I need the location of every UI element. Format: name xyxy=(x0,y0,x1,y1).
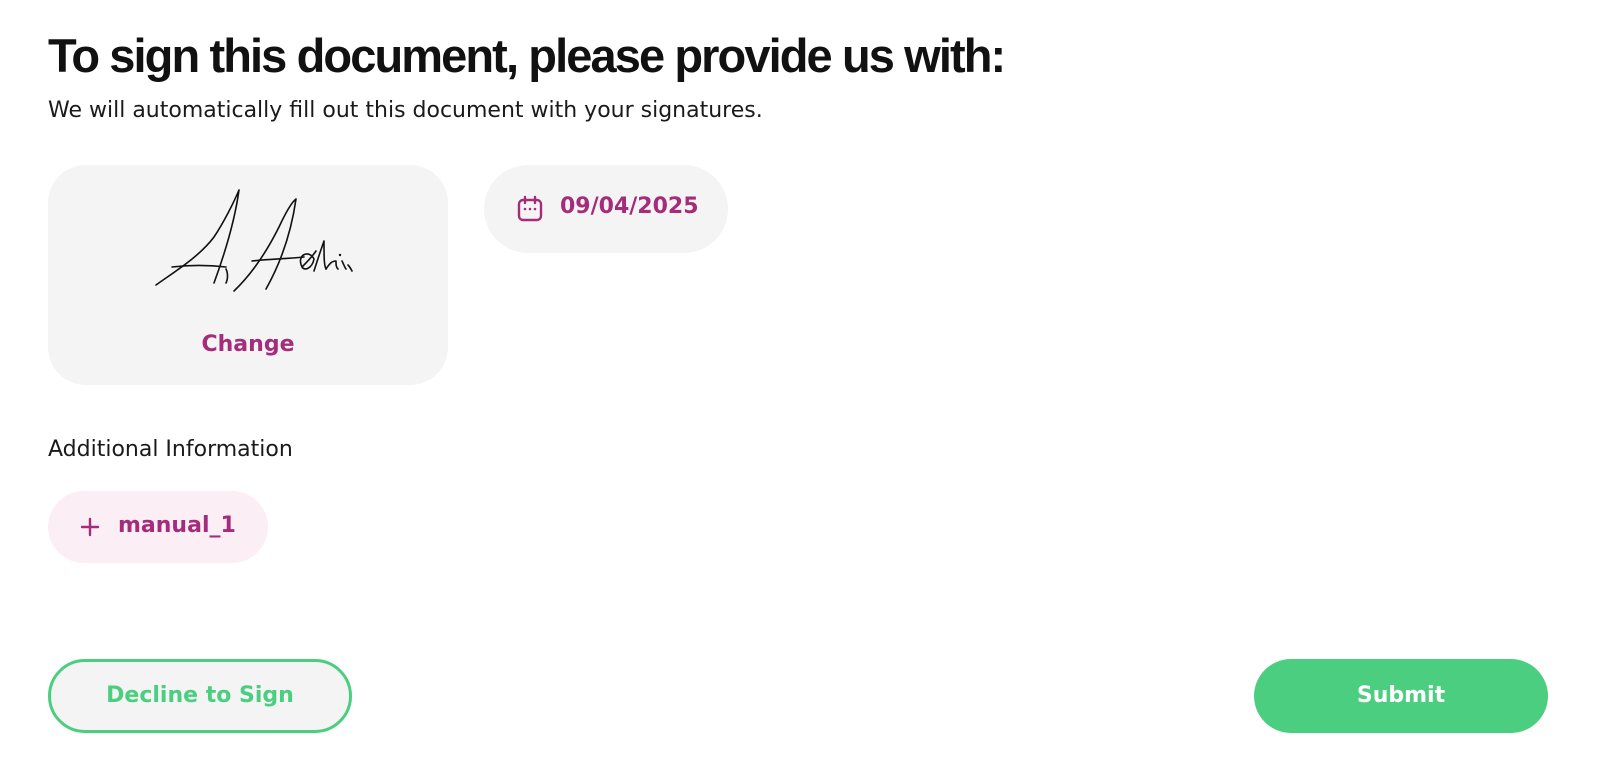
additional-information-label: Additional Information xyxy=(48,437,293,462)
plus-icon xyxy=(80,517,100,537)
submit-button[interactable]: Submit xyxy=(1254,659,1548,733)
decline-to-sign-button[interactable]: Decline to Sign xyxy=(48,659,352,733)
sign-document-page: To sign this document, please provide us… xyxy=(48,0,1554,765)
manual-field-label: manual_1 xyxy=(118,513,236,538)
signature-image xyxy=(155,189,353,292)
page-subtitle: We will automatically fill out this docu… xyxy=(48,98,763,123)
date-value: 09/04/2025 xyxy=(560,194,699,219)
page-title: To sign this document, please provide us… xyxy=(48,29,1006,82)
calendar-icon xyxy=(517,195,543,222)
add-manual-field-button[interactable]: manual_1 xyxy=(48,491,268,563)
date-field[interactable]: 09/04/2025 xyxy=(484,165,728,253)
signature-card[interactable]: Change xyxy=(48,165,448,385)
change-signature-link[interactable]: Change xyxy=(48,332,448,357)
